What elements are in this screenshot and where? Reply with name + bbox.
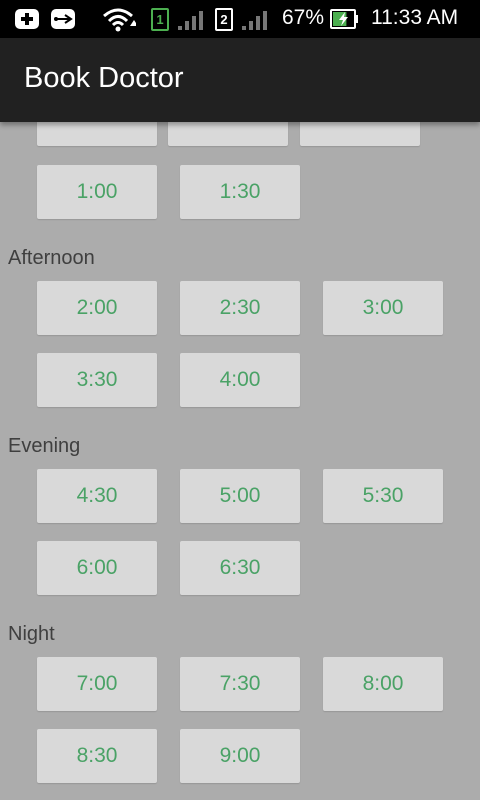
time-slot-button[interactable]: 6:30 xyxy=(180,541,300,595)
time-slot-list[interactable]: 1:00 1:30 Afternoon 2:00 2:30 3:00 3:30 … xyxy=(0,122,480,800)
time-slot-button[interactable]: 3:00 xyxy=(323,281,443,335)
signal-strength-icon xyxy=(242,11,267,30)
sim2-label: 2 xyxy=(220,12,228,27)
time-slot-button[interactable]: 2:30 xyxy=(180,281,300,335)
section-label-afternoon: Afternoon xyxy=(8,247,95,269)
sim2-icon: 2 xyxy=(215,8,233,31)
time-slot-button[interactable] xyxy=(168,122,288,146)
time-slot-button[interactable]: 1:30 xyxy=(180,165,300,219)
time-slot-button[interactable]: 1:00 xyxy=(37,165,157,219)
time-slot-button[interactable]: 9:00 xyxy=(180,729,300,783)
page-title: Book Doctor xyxy=(24,62,184,94)
battery-percent: 67% xyxy=(282,6,325,29)
time-slot-button[interactable]: 7:00 xyxy=(37,657,157,711)
wifi-icon xyxy=(103,8,136,32)
time-slot-button[interactable]: 5:30 xyxy=(323,469,443,523)
time-slot-button[interactable]: 8:00 xyxy=(323,657,443,711)
clock: 11:33 AM xyxy=(371,6,459,29)
plus-notification-icon xyxy=(15,9,39,29)
section-label-night: Night xyxy=(8,623,55,645)
time-slot-button[interactable]: 7:30 xyxy=(180,657,300,711)
time-slot-button[interactable]: 5:00 xyxy=(180,469,300,523)
time-slot-button[interactable] xyxy=(300,122,420,146)
sim1-label: 1 xyxy=(156,12,164,27)
sim1-icon: 1 xyxy=(151,8,169,31)
time-slot-button[interactable]: 2:00 xyxy=(37,281,157,335)
app-bar: Book Doctor xyxy=(0,38,480,122)
time-slot-button[interactable]: 4:30 xyxy=(37,469,157,523)
time-slot-button[interactable]: 6:00 xyxy=(37,541,157,595)
time-slot-button[interactable]: 4:00 xyxy=(180,353,300,407)
time-slot-button[interactable]: 8:30 xyxy=(37,729,157,783)
time-slot-button[interactable] xyxy=(37,122,157,146)
section-label-evening: Evening xyxy=(8,435,81,457)
time-slot-button[interactable]: 3:30 xyxy=(37,353,157,407)
signal-strength-icon xyxy=(178,11,203,30)
status-bar: 1 2 67% 11:33 AM xyxy=(0,0,480,38)
battery-charging-icon xyxy=(330,9,358,29)
usb-icon xyxy=(51,9,75,29)
